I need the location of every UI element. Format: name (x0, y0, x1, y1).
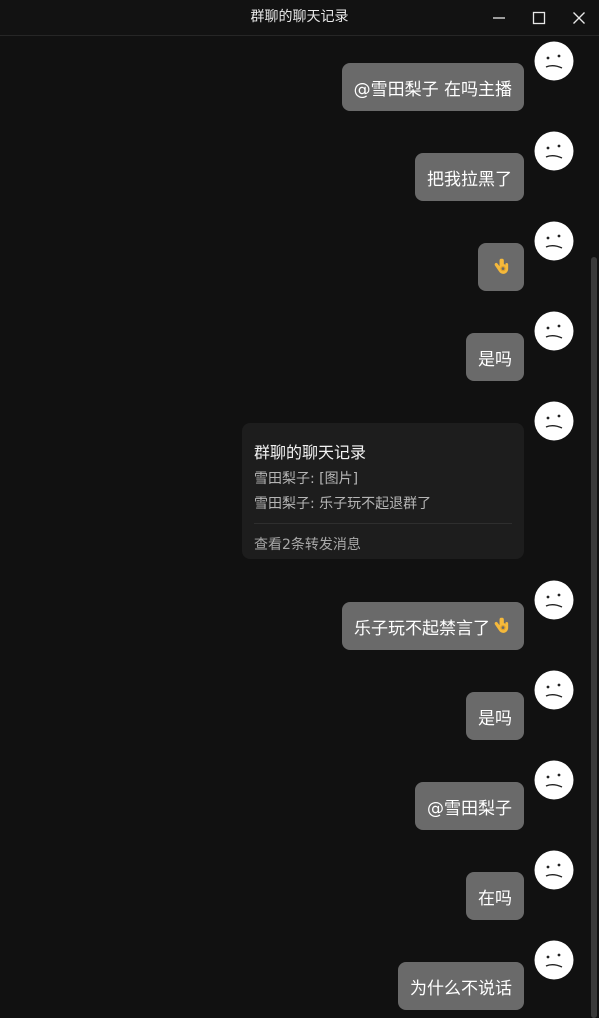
forwarded-chat-card[interactable]: 群聊的聊天记录 雪田梨子: [图片] 雪田梨子: 乐子玩不起退群了 查看2条转发… (242, 423, 524, 559)
message-text: 在吗 (478, 888, 512, 909)
avatar[interactable] (534, 41, 574, 81)
meh-face-icon (534, 850, 574, 890)
ok-hand-icon (494, 258, 509, 274)
maximize-icon (532, 11, 546, 24)
scrollbar-thumb[interactable] (591, 257, 597, 1018)
meh-face-icon (534, 401, 574, 441)
message-bubble[interactable]: @雪田梨子 在吗主播 (341, 63, 524, 111)
avatar[interactable] (534, 850, 574, 890)
minimize-button[interactable] (479, 0, 519, 35)
message-bubble[interactable]: 是吗 (466, 333, 524, 381)
message-text: 是吗 (478, 349, 512, 370)
meh-face-icon (534, 221, 574, 261)
meh-face-icon (534, 580, 574, 620)
message-bubble[interactable]: 是吗 (466, 692, 524, 740)
meh-face-icon (534, 760, 574, 800)
meh-face-icon (534, 41, 574, 81)
close-icon (573, 11, 585, 24)
view-forwarded-messages-link[interactable]: 查看2条转发消息 (254, 534, 361, 554)
message-bubble[interactable]: 在吗 (466, 872, 524, 920)
message-text: @雪田梨子 在吗主播 (353, 79, 512, 100)
message-text: 是吗 (478, 708, 512, 729)
message-list[interactable]: @雪田梨子 在吗主播 把我拉黑了 是吗 群聊的聊天记录 雪田梨子: [图片] 雪… (0, 36, 599, 1018)
forwarded-preview-line: 雪田梨子: 乐子玩不起退群了 (254, 496, 432, 512)
message-bubble[interactable]: 把我拉黑了 (415, 153, 524, 201)
avatar[interactable] (534, 311, 574, 351)
card-divider (254, 523, 512, 524)
message-bubble[interactable]: 为什么不说话 (398, 962, 524, 1010)
close-button[interactable] (559, 0, 599, 35)
ok-hand-icon (494, 617, 509, 633)
message-text: 乐子玩不起禁言了 (354, 618, 490, 639)
avatar[interactable] (534, 401, 574, 441)
message-bubble[interactable] (478, 243, 524, 291)
message-bubble[interactable]: 乐子玩不起禁言了 (342, 602, 524, 650)
message-text: 为什么不说话 (410, 978, 512, 999)
avatar[interactable] (534, 760, 574, 800)
meh-face-icon (534, 940, 574, 980)
avatar[interactable] (534, 580, 574, 620)
avatar[interactable] (534, 221, 574, 261)
meh-face-icon (534, 311, 574, 351)
forwarded-preview-line: 雪田梨子: [图片] (254, 471, 359, 487)
avatar[interactable] (534, 940, 574, 980)
avatar[interactable] (534, 131, 574, 171)
forwarded-card-title: 群聊的聊天记录 (254, 443, 367, 462)
meh-face-icon (534, 131, 574, 171)
message-text: 把我拉黑了 (427, 169, 512, 190)
avatar[interactable] (534, 670, 574, 710)
message-bubble[interactable]: @雪田梨子 (415, 782, 524, 830)
meh-face-icon (534, 670, 574, 710)
minimize-icon (493, 16, 505, 19)
maximize-button[interactable] (519, 0, 559, 35)
message-text: @雪田梨子 (427, 798, 512, 819)
title-bar: 群聊的聊天记录 (0, 0, 599, 36)
